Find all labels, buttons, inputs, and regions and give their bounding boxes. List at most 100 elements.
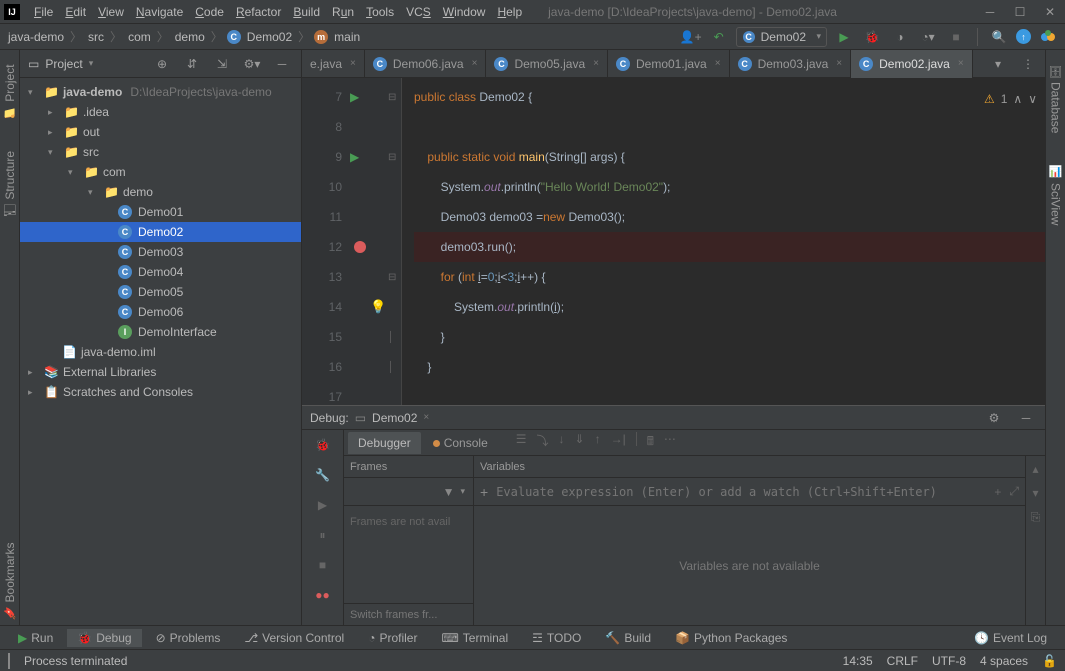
modify-run-config-button[interactable]: 🔧 <box>314 466 332 484</box>
lock-icon[interactable]: 🔓 <box>1042 654 1057 668</box>
maximize-button[interactable]: ☐ <box>1013 5 1027 19</box>
settings-button[interactable]: ⚙▾ <box>241 53 263 75</box>
step-out-button[interactable]: ↑ <box>595 432 601 453</box>
tool-windows-button[interactable] <box>8 654 10 668</box>
back-button[interactable]: ↶ <box>708 26 730 48</box>
expand-button[interactable]: ⤢ <box>1009 484 1019 499</box>
menu-tools[interactable]: Tools <box>360 3 400 21</box>
stop-button[interactable]: ■ <box>314 556 332 574</box>
run-gutter[interactable]: ▶ ▶ <box>350 78 370 405</box>
menu-code[interactable]: Code <box>189 3 230 21</box>
step-into-button[interactable]: ↓ <box>559 432 565 453</box>
profile-button[interactable]: ◔▾ <box>917 26 939 48</box>
tab-demo01[interactable]: CDemo01.java× <box>608 50 730 78</box>
stop-button[interactable]: ■ <box>945 26 967 48</box>
tree-file-demo06[interactable]: CDemo06 <box>20 302 301 322</box>
expand-all-button[interactable]: ⇵ <box>181 53 203 75</box>
project-tree[interactable]: ▾📁 java-demo D:\IdeaProjects\java-demo ▸… <box>20 78 301 625</box>
bc-src[interactable]: src <box>86 30 106 44</box>
tw-debug[interactable]: 🐞Debug <box>67 629 141 647</box>
run-line-icon[interactable]: ▶ <box>350 142 370 172</box>
tw-todo[interactable]: ☲TODO <box>522 629 591 647</box>
tab-dropdown-button[interactable]: ▾ <box>987 53 1009 75</box>
tw-terminal[interactable]: ⌨Terminal <box>431 629 518 647</box>
tw-version-control[interactable]: ⎇Version Control <box>234 629 354 647</box>
icon-gutter[interactable]: 💡 <box>370 78 388 405</box>
menu-edit[interactable]: Edit <box>59 3 92 21</box>
show-execution-point-button[interactable]: ☰ <box>516 432 527 453</box>
tree-src[interactable]: ▾📁src <box>20 142 301 162</box>
tree-out[interactable]: ▸📁out <box>20 122 301 142</box>
evaluate-input[interactable] <box>496 485 986 499</box>
menu-file[interactable]: File <box>28 3 59 21</box>
update-button[interactable]: ↑ <box>1016 29 1031 44</box>
step-over-button[interactable]: ⤵ <box>537 432 549 453</box>
tw-python-packages[interactable]: 📦Python Packages <box>665 629 797 647</box>
tree-root[interactable]: ▾📁 java-demo D:\IdeaProjects\java-demo <box>20 82 301 102</box>
tab-sciview[interactable]: 📊 SciView <box>1047 159 1065 231</box>
tab-e[interactable]: e.java× <box>302 50 365 78</box>
menu-view[interactable]: View <box>92 3 130 21</box>
menu-run[interactable]: Run <box>326 3 360 21</box>
menu-help[interactable]: Help <box>491 3 528 21</box>
editor-body[interactable]: 7891011121314151617 ▶ ▶ 💡 ⊟⊟⊟││ ⚠1∧∨ pub… <box>302 78 1045 405</box>
tree-iml[interactable]: 📄java-demo.iml <box>20 342 301 362</box>
tree-file-demo02[interactable]: CDemo02 <box>20 222 301 242</box>
trace-button[interactable]: ⋯ <box>664 432 676 453</box>
filter-dropdown[interactable]: ▾ <box>460 486 465 497</box>
project-header-label[interactable]: Project <box>45 57 82 71</box>
close-icon[interactable]: × <box>350 58 356 69</box>
resume-button[interactable]: ▶ <box>314 496 332 514</box>
caret-position[interactable]: 14:35 <box>843 654 873 668</box>
tab-more-button[interactable]: ⋮ <box>1017 53 1039 75</box>
line-ending[interactable]: CRLF <box>887 654 918 668</box>
tab-console[interactable]: Console <box>423 432 498 454</box>
copy-button[interactable]: ⎘ <box>1031 510 1041 525</box>
menu-build[interactable]: Build <box>287 3 326 21</box>
minimize-button[interactable]: ─ <box>983 5 997 19</box>
run-to-cursor-button[interactable]: →| <box>611 432 626 453</box>
add-config-button[interactable]: 👤+ <box>680 26 702 48</box>
tab-database[interactable]: 🗄 Database <box>1047 58 1065 139</box>
menu-refactor[interactable]: Refactor <box>230 3 287 21</box>
debug-hide-button[interactable]: ─ <box>1015 407 1037 429</box>
bulb-icon[interactable]: 💡 <box>370 292 388 322</box>
tab-demo02[interactable]: CDemo02.java× <box>851 50 973 78</box>
tab-demo06[interactable]: CDemo06.java× <box>365 50 487 78</box>
tw-run[interactable]: ▶Run <box>8 629 63 647</box>
pause-button[interactable]: ⏸ <box>314 526 332 544</box>
breakpoint-icon[interactable] <box>354 241 366 253</box>
tab-demo05[interactable]: CDemo05.java× <box>486 50 608 78</box>
breakpoints-button[interactable]: ●● <box>314 586 332 604</box>
tree-file-demo05[interactable]: CDemo05 <box>20 282 301 302</box>
force-step-into-button[interactable]: ⇓ <box>575 432 585 453</box>
tree-file-demo01[interactable]: CDemo01 <box>20 202 301 222</box>
close-button[interactable]: ✕ <box>1043 5 1057 19</box>
encoding[interactable]: UTF-8 <box>932 654 966 668</box>
fold-gutter[interactable]: ⊟⊟⊟││ <box>388 78 402 405</box>
bc-com[interactable]: com <box>126 30 153 44</box>
close-icon[interactable]: × <box>836 58 842 69</box>
tree-file-demo04[interactable]: CDemo04 <box>20 262 301 282</box>
code-area[interactable]: ⚠1∧∨ public class Demo02 { public static… <box>402 78 1045 405</box>
tab-project[interactable]: 📁 Project <box>1 58 19 125</box>
bc-root[interactable]: java-demo <box>6 30 66 44</box>
select-opened-file-button[interactable]: ⊕ <box>151 53 173 75</box>
add-button[interactable]: + <box>994 485 1001 499</box>
filter-icon[interactable]: ▼ <box>443 485 455 499</box>
debug-config-label[interactable]: Demo02 <box>372 411 417 425</box>
close-icon[interactable]: × <box>472 58 478 69</box>
tw-profiler[interactable]: ◔Profiler <box>358 629 427 647</box>
menu-window[interactable]: Window <box>437 3 492 21</box>
collapse-all-button[interactable]: ⇲ <box>211 53 233 75</box>
run-line-icon[interactable]: ▶ <box>350 82 370 112</box>
add-watch-button[interactable]: + <box>480 484 488 500</box>
bc-method[interactable]: main <box>332 30 362 44</box>
close-icon[interactable]: × <box>593 58 599 69</box>
tree-scratches[interactable]: ▸📋Scratches and Consoles <box>20 382 301 402</box>
tw-problems[interactable]: ⊘Problems <box>146 629 231 647</box>
hide-button[interactable]: ─ <box>271 53 293 75</box>
tab-debugger[interactable]: Debugger <box>348 432 421 454</box>
tab-demo03[interactable]: CDemo03.java× <box>730 50 852 78</box>
tree-external-libs[interactable]: ▸📚External Libraries <box>20 362 301 382</box>
